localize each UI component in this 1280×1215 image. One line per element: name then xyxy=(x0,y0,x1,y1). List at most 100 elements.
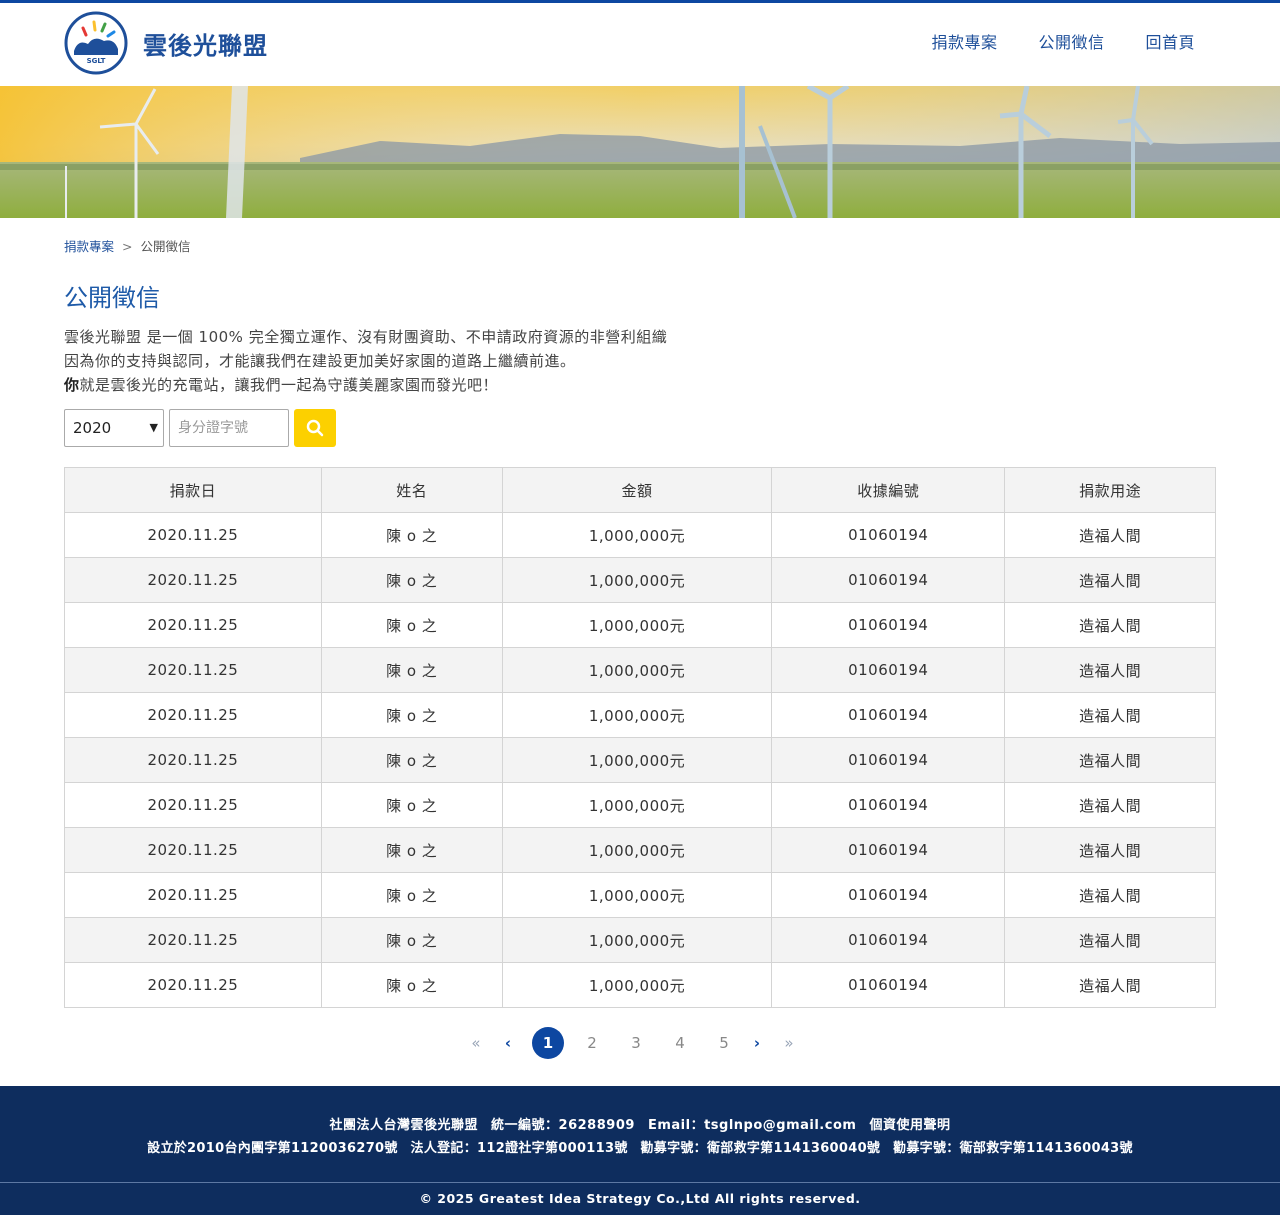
cell-amount: 1,000,000元 xyxy=(501,692,773,738)
pagination: « ‹ 1 2 3 4 5 › » xyxy=(465,1027,800,1059)
cell-purpose: 造福人間 xyxy=(1004,827,1216,873)
chevron-left-icon[interactable]: ‹ xyxy=(497,1034,519,1052)
footer-tax-id: 統一編號：26288909 xyxy=(491,1118,635,1133)
breadcrumb-separator: > xyxy=(122,239,133,254)
header-receipt-number: 收據編號 xyxy=(771,467,1006,513)
logo-link[interactable]: SGLT 雲後光聯盟 xyxy=(64,11,268,75)
cell-receipt-number: 01060194 xyxy=(771,872,1006,918)
intro-line-3: 你就是雲後光的充電站，讓我們一起為守護美麗家園而發光吧！ xyxy=(64,373,667,397)
logo-text: SGLT xyxy=(87,57,106,65)
main-nav: 捐款專案 公開徵信 回首頁 xyxy=(931,29,1195,53)
cell-purpose: 造福人間 xyxy=(1004,647,1216,693)
breadcrumb: 捐款專案 > 公開徵信 xyxy=(64,236,191,255)
table-row: 2020.11.25 陳 o 之 1,000,000元 01060194 造福人間 xyxy=(64,827,1216,873)
nav-home[interactable]: 回首頁 xyxy=(1145,29,1195,53)
cell-date: 2020.11.25 xyxy=(64,782,322,828)
cell-receipt-number: 01060194 xyxy=(771,827,1006,873)
page-4[interactable]: 4 xyxy=(658,1034,702,1052)
intro-line-3-bold: 你 xyxy=(64,376,80,394)
page-3[interactable]: 3 xyxy=(614,1034,658,1052)
header-date: 捐款日 xyxy=(64,467,322,513)
cell-receipt-number: 01060194 xyxy=(771,737,1006,783)
cell-receipt-number: 01060194 xyxy=(771,782,1006,828)
cell-purpose: 造福人間 xyxy=(1004,737,1216,783)
cell-purpose: 造福人間 xyxy=(1004,512,1216,558)
search-filters: 2020 ▼ xyxy=(64,409,336,447)
footer-fundraising-1: 勸募字號：衛部救字第1141360040號 xyxy=(640,1141,881,1156)
cell-date: 2020.11.25 xyxy=(64,737,322,783)
cell-date: 2020.11.25 xyxy=(64,512,322,558)
cell-name: 陳 o 之 xyxy=(320,962,503,1008)
cell-date: 2020.11.25 xyxy=(64,917,322,963)
table-row: 2020.11.25 陳 o 之 1,000,000元 01060194 造福人間 xyxy=(64,602,1216,648)
intro-line-3-rest: 就是雲後光的充電站，讓我們一起為守護美麗家園而發光吧！ xyxy=(79,376,499,394)
table-row: 2020.11.25 陳 o 之 1,000,000元 01060194 造福人間 xyxy=(64,647,1216,693)
id-number-input[interactable] xyxy=(169,409,289,447)
chevron-down-icon: ▼ xyxy=(149,421,158,434)
page-5[interactable]: 5 xyxy=(702,1034,746,1052)
intro-line-1: 雲後光聯盟 是一個 100% 完全獨立運作、沒有財團資助、不申請政府資源的非營利… xyxy=(64,328,668,346)
table-row: 2020.11.25 陳 o 之 1,000,000元 01060194 造福人間 xyxy=(64,512,1216,558)
cell-purpose: 造福人間 xyxy=(1004,782,1216,828)
year-select[interactable]: 2020 ▼ xyxy=(64,409,164,447)
cell-purpose: 造福人間 xyxy=(1004,962,1216,1008)
cell-amount: 1,000,000元 xyxy=(501,602,773,648)
double-chevron-right-icon[interactable]: » xyxy=(778,1034,800,1052)
cell-purpose: 造福人間 xyxy=(1004,872,1216,918)
cell-receipt-number: 01060194 xyxy=(771,647,1006,693)
page-2[interactable]: 2 xyxy=(570,1034,614,1052)
site-header: SGLT 雲後光聯盟 捐款專案 公開徵信 回首頁 xyxy=(0,3,1280,86)
table-row: 2020.11.25 陳 o 之 1,000,000元 01060194 造福人間 xyxy=(64,962,1216,1008)
cell-date: 2020.11.25 xyxy=(64,647,322,693)
header-amount: 金額 xyxy=(501,467,773,513)
cell-name: 陳 o 之 xyxy=(320,647,503,693)
cell-date: 2020.11.25 xyxy=(64,962,322,1008)
nav-public-credit[interactable]: 公開徵信 xyxy=(1038,29,1104,53)
footer-email[interactable]: Email：tsglnpo@gmail.com xyxy=(648,1118,856,1133)
cell-amount: 1,000,000元 xyxy=(501,782,773,828)
chevron-right-icon[interactable]: › xyxy=(746,1034,768,1052)
cell-name: 陳 o 之 xyxy=(320,827,503,873)
cell-name: 陳 o 之 xyxy=(320,692,503,738)
table-header-row: 捐款日 姓名 金額 收據編號 捐款用途 xyxy=(64,467,1216,513)
footer-privacy-link[interactable]: 個資使用聲明 xyxy=(869,1118,950,1133)
cell-name: 陳 o 之 xyxy=(320,872,503,918)
cell-receipt-number: 01060194 xyxy=(771,692,1006,738)
footer-fundraising-2: 勸募字號：衛部救字第1141360043號 xyxy=(893,1141,1133,1156)
cell-amount: 1,000,000元 xyxy=(501,737,773,783)
table-row: 2020.11.25 陳 o 之 1,000,000元 01060194 造福人間 xyxy=(64,872,1216,918)
cell-purpose: 造福人間 xyxy=(1004,602,1216,648)
intro-text: 雲後光聯盟 是一個 100% 完全獨立運作、沒有財團資助、不申請政府資源的非營利… xyxy=(64,325,667,397)
breadcrumb-current: 公開徵信 xyxy=(140,239,191,254)
breadcrumb-donation-projects[interactable]: 捐款專案 xyxy=(64,239,114,254)
footer-registration: 法人登記：112證社字第000113號 xyxy=(410,1141,628,1156)
page-1[interactable]: 1 xyxy=(526,1027,570,1059)
logo-icon: SGLT xyxy=(64,11,128,75)
cell-receipt-number: 01060194 xyxy=(771,962,1006,1008)
cell-purpose: 造福人間 xyxy=(1004,917,1216,963)
cell-name: 陳 o 之 xyxy=(320,737,503,783)
cell-amount: 1,000,000元 xyxy=(501,647,773,693)
cell-purpose: 造福人間 xyxy=(1004,557,1216,603)
double-chevron-left-icon[interactable]: « xyxy=(465,1034,487,1052)
page-1-label: 1 xyxy=(532,1027,564,1059)
search-button[interactable] xyxy=(294,409,336,447)
brand-name: 雲後光聯盟 xyxy=(143,31,268,60)
cell-date: 2020.11.25 xyxy=(64,557,322,603)
cell-amount: 1,000,000元 xyxy=(501,917,773,963)
table-row: 2020.11.25 陳 o 之 1,000,000元 01060194 造福人間 xyxy=(64,557,1216,603)
cell-amount: 1,000,000元 xyxy=(501,872,773,918)
cell-name: 陳 o 之 xyxy=(320,917,503,963)
cell-name: 陳 o 之 xyxy=(320,782,503,828)
footer-line-1: 社團法人台灣雲後光聯盟 統一編號：26288909 Email：tsglnpo@… xyxy=(0,1114,1280,1133)
cell-receipt-number: 01060194 xyxy=(771,512,1006,558)
cell-amount: 1,000,000元 xyxy=(501,512,773,558)
donation-table: 捐款日 姓名 金額 收據編號 捐款用途 2020.11.25 陳 o 之 1,000… xyxy=(64,467,1216,1008)
footer-established: 設立於2010台內團字第1120036270號 xyxy=(147,1141,398,1156)
site-footer: 社團法人台灣雲後光聯盟 統一編號：26288909 Email：tsglnpo@… xyxy=(0,1086,1280,1215)
intro-line-2: 因為你的支持與認同，才能讓我們在建設更加美好家園的道路上繼續前進。 xyxy=(64,352,576,370)
cell-amount: 1,000,000元 xyxy=(501,827,773,873)
nav-donation-projects[interactable]: 捐款專案 xyxy=(931,29,997,53)
cell-date: 2020.11.25 xyxy=(64,827,322,873)
header-purpose: 捐款用途 xyxy=(1004,467,1216,513)
